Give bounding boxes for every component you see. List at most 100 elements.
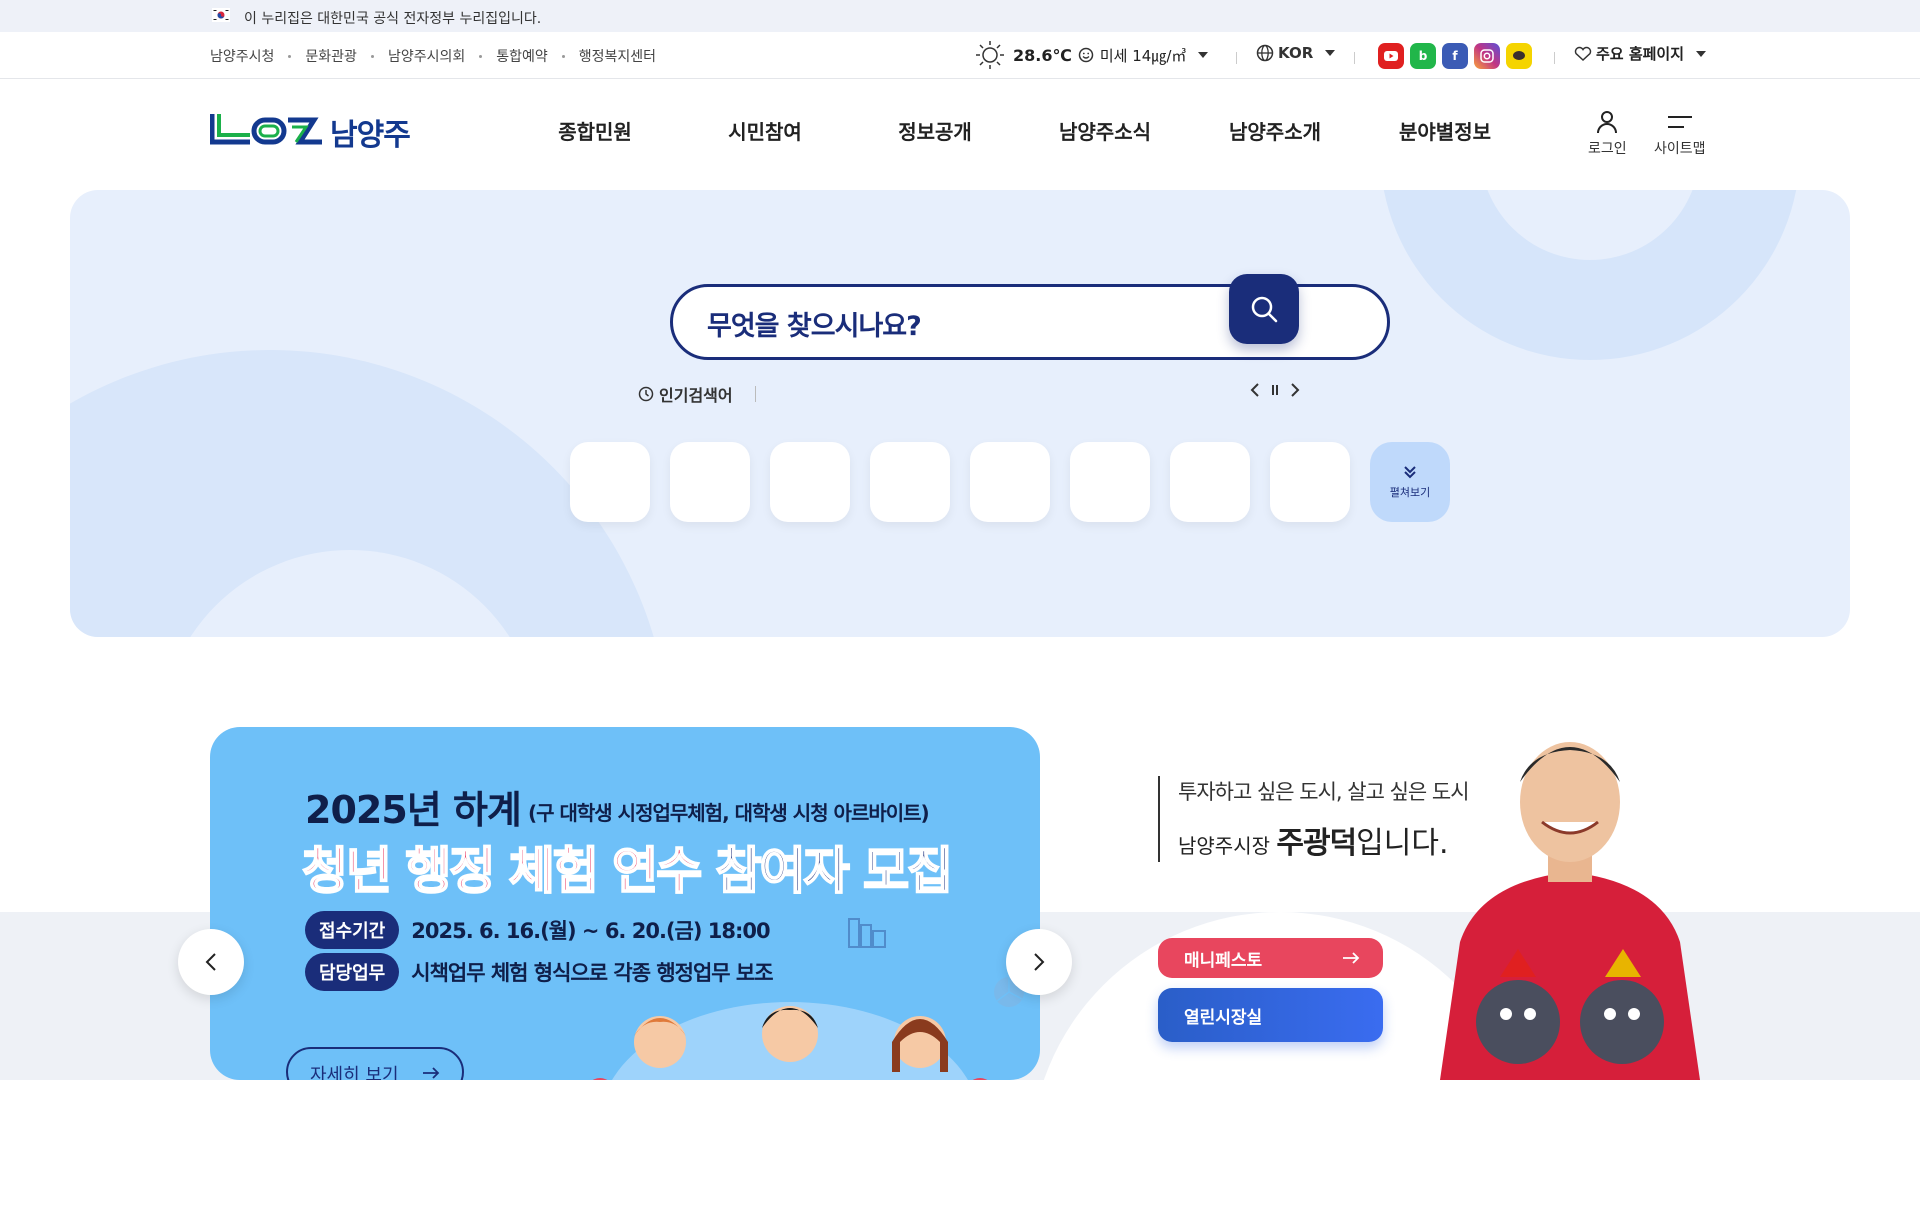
nav-namyangju-news[interactable]: 남양주소식: [1020, 116, 1190, 145]
manifesto-button[interactable]: 매니페스토: [1158, 938, 1383, 978]
popular-controls: [1250, 382, 1300, 398]
banner-pill: 접수기간: [305, 911, 400, 949]
link-city-council[interactable]: 남양주시의회: [388, 46, 465, 66]
arrow-right-icon: [423, 1067, 440, 1079]
quick-menu-item[interactable]: [570, 442, 650, 522]
facebook-icon[interactable]: f: [1442, 43, 1468, 69]
quick-menu-item[interactable]: [1170, 442, 1250, 522]
banner-subtitle: (구 대학생 시정업무체험, 대학생 시청 아르바이트): [528, 801, 930, 825]
mayor-title-prefix: 남양주시장: [1178, 834, 1270, 858]
double-chevron-down-icon: [1404, 466, 1416, 479]
banner-title-navy: 참여자 모집: [715, 841, 954, 901]
chevron-left-icon: [205, 953, 216, 971]
popular-label: 인기검색어: [659, 386, 733, 405]
mayor-photo: [1440, 742, 1700, 1080]
search-icon: [1251, 296, 1278, 323]
open-office-label: 열린시장실: [1184, 1007, 1263, 1028]
link-integrated-reservation[interactable]: 통합예약: [496, 46, 548, 66]
sitemap-button[interactable]: 사이트맵: [1654, 110, 1706, 158]
quick-menu-item[interactable]: [870, 442, 950, 522]
weather-widget[interactable]: 28.6℃ 미세 14㎍/㎥: [975, 40, 1209, 70]
expand-quick-menu-button[interactable]: 펼쳐보기: [1370, 442, 1450, 522]
banner-info-row: 접수기간 2025. 6. 16.(월) ~ 6. 20.(금) 18:00: [305, 911, 771, 949]
banner-info-row: 담당업무 시책업무 체험 형식으로 각종 행정업무 보조: [305, 953, 774, 991]
banner-year: 2025년 하계: [305, 788, 522, 832]
chevron-down-icon: [1198, 52, 1209, 58]
youtube-icon[interactable]: [1378, 43, 1404, 69]
link-city-hall[interactable]: 남양주시청: [210, 46, 274, 66]
clock-icon: [638, 386, 654, 402]
divider: [1236, 52, 1237, 64]
menu-icon: [1667, 116, 1692, 128]
nav-field-info[interactable]: 분야별정보: [1360, 116, 1530, 145]
banner-info-text: 시책업무 체험 형식으로 각종 행정업무 보조: [411, 961, 773, 985]
chevron-down-icon: [1696, 50, 1707, 57]
banner-title-red: 청년 행정 체험 연수: [301, 841, 703, 901]
sitemap-label: 사이트맵: [1654, 141, 1706, 157]
people-illustration: [592, 1002, 988, 1080]
family-site-links: 남양주시청 문화관광 남양주시의회 통합예약 행정복지센터: [210, 46, 656, 66]
heart-handshake-icon: [1574, 46, 1592, 61]
main-homepage-select[interactable]: 주요 홈페이지: [1574, 43, 1707, 64]
banner-more-label: 자세히 보기: [310, 1065, 399, 1080]
search-hero: 무엇을 찾으시나요? 인기검색어 펼쳐보기: [70, 190, 1850, 637]
banner-info-text: 2025. 6. 16.(월) ~ 6. 20.(금) 18:00: [411, 919, 770, 943]
site-logo[interactable]: 남양주: [210, 110, 411, 154]
quick-menu-item[interactable]: [970, 442, 1050, 522]
manifesto-label: 매니페스토: [1184, 950, 1263, 971]
quick-menu-item[interactable]: [770, 442, 850, 522]
banner-prev-button[interactable]: [178, 929, 244, 995]
popular-keywords: 인기검색어: [638, 382, 756, 406]
arrow-right-icon: [1343, 952, 1360, 964]
chevron-right-icon: [1034, 953, 1045, 971]
main-homepage-label: 주요 홈페이지: [1596, 45, 1685, 63]
quick-menu: 펼쳐보기: [570, 442, 1450, 522]
quick-menu-item[interactable]: [1270, 442, 1350, 522]
link-welfare-center[interactable]: 행정복지센터: [579, 46, 656, 66]
kakao-icon[interactable]: [1506, 43, 1532, 69]
sns-links: b f: [1378, 43, 1532, 69]
expand-label: 펼쳐보기: [1389, 486, 1431, 499]
banner-more-button[interactable]: 자세히 보기: [286, 1047, 464, 1080]
blog-icon[interactable]: b: [1410, 43, 1436, 69]
korea-flag-icon: [212, 8, 230, 22]
language-label: KOR: [1278, 44, 1314, 62]
divider: [1354, 52, 1355, 64]
fine-dust: 미세 14㎍/㎥: [1099, 46, 1187, 65]
banner-next-button[interactable]: [1006, 929, 1072, 995]
quick-menu-item[interactable]: [670, 442, 750, 522]
nav-information-disclosure[interactable]: 정보공개: [850, 116, 1020, 145]
login-label: 로그인: [1588, 141, 1627, 157]
pause-icon[interactable]: [1270, 383, 1280, 397]
mayor-name: 주광덕: [1276, 826, 1357, 861]
main-banner[interactable]: 2025년 하계 (구 대학생 시정업무체험, 대학생 시청 아르바이트) 청년…: [210, 727, 1040, 1080]
temperature: 28.6℃: [1013, 45, 1072, 65]
site-header: 남양주 종합민원 시민참여 정보공개 남양주소식 남양주소개 분야별정보 로그인…: [0, 80, 1920, 190]
nav-citizen-participation[interactable]: 시민참여: [680, 116, 850, 145]
chevron-right-icon[interactable]: [1290, 382, 1300, 398]
search-button[interactable]: [1229, 274, 1299, 344]
chevron-left-icon[interactable]: [1250, 382, 1260, 398]
chevron-down-icon: [1325, 50, 1336, 56]
global-nav: 종합민원 시민참여 정보공개 남양주소식 남양주소개 분야별정보: [510, 116, 1530, 145]
utility-bar: 남양주시청 문화관광 남양주시의회 통합예약 행정복지센터 28.6℃ 미세 1…: [0, 32, 1920, 79]
nav-civil-service[interactable]: 종합민원: [510, 116, 680, 145]
smile-icon: [1078, 47, 1094, 63]
namyangju-logo-icon: [210, 114, 322, 145]
instagram-icon[interactable]: [1474, 43, 1500, 69]
language-select[interactable]: KOR: [1256, 44, 1336, 62]
open-mayor-office-button[interactable]: 열린시장실: [1158, 988, 1383, 1042]
user-icon: [1597, 111, 1618, 134]
logo-text: 남양주: [330, 118, 411, 153]
divider: [754, 386, 756, 402]
search-placeholder: 무엇을 찾으시나요?: [707, 311, 922, 342]
building-icon: [848, 918, 886, 948]
divider: [1554, 52, 1555, 64]
gov-banner-text: 이 누리집은 대한민국 공식 전자정부 누리집입니다.: [244, 11, 542, 27]
banner-title: 청년 행정 체험 연수 참여자 모집: [301, 831, 954, 903]
quick-menu-item[interactable]: [1070, 442, 1150, 522]
nav-namyangju-intro[interactable]: 남양주소개: [1190, 116, 1360, 145]
banner-pill: 담당업무: [305, 953, 400, 991]
login-button[interactable]: 로그인: [1588, 110, 1627, 158]
link-culture-tourism[interactable]: 문화관광: [305, 46, 357, 66]
